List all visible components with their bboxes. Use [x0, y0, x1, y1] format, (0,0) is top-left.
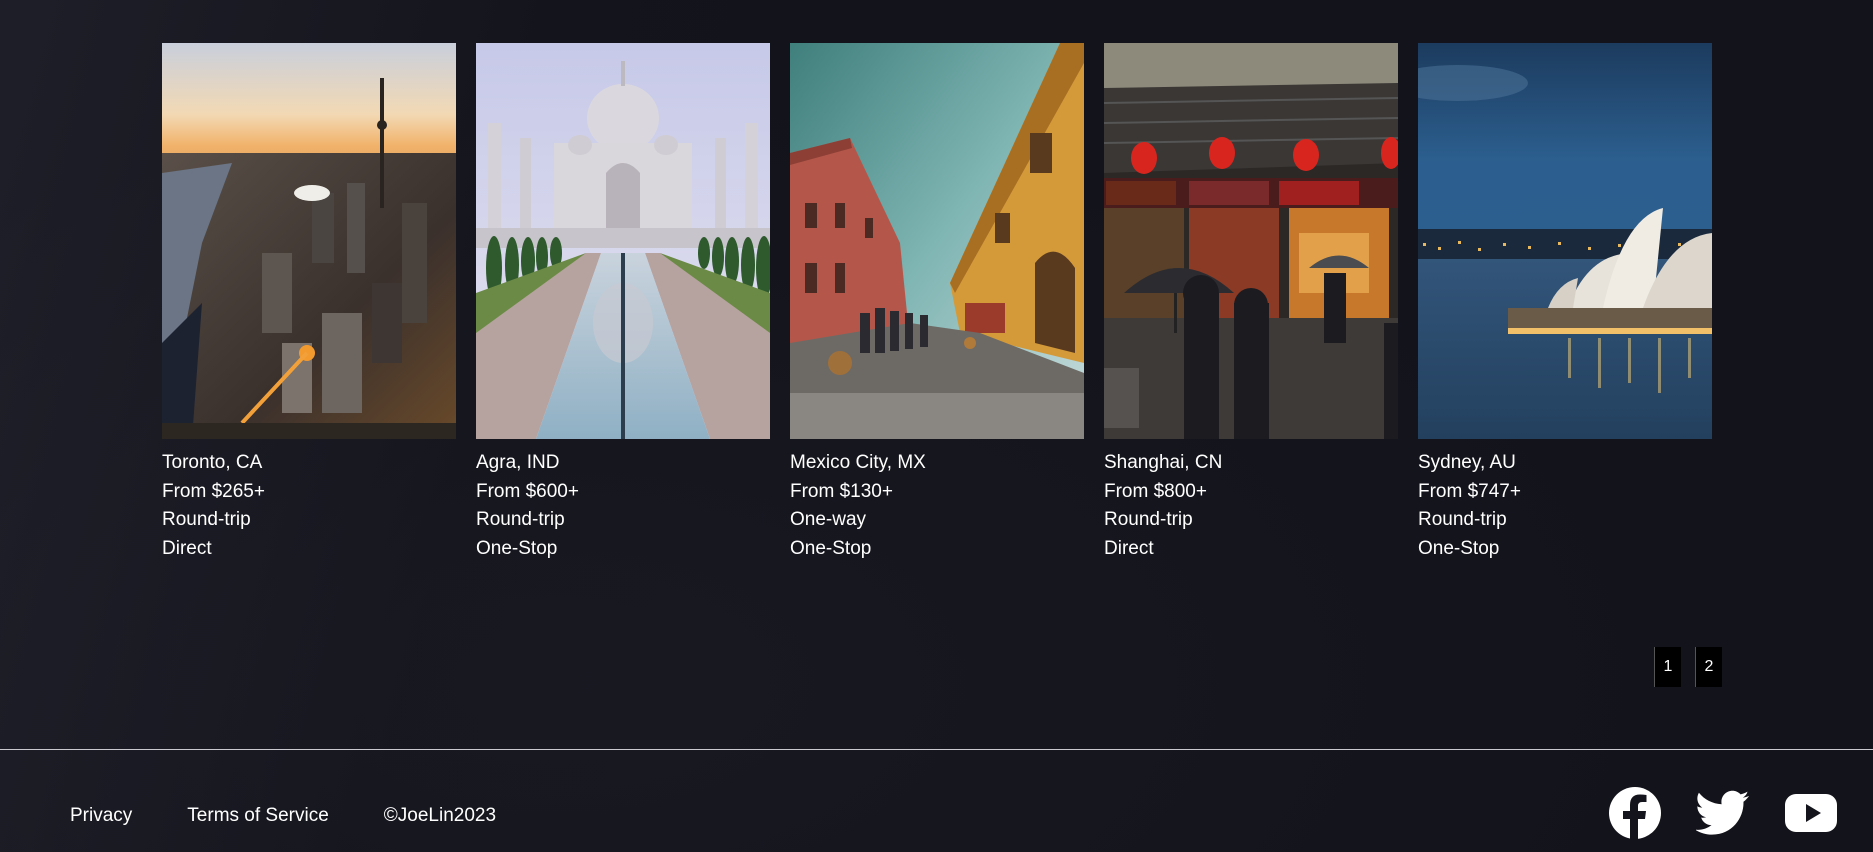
destination-stops: One-Stop — [1418, 537, 1500, 559]
destination-city: Agra, IND — [476, 452, 560, 473]
destination-info: Toronto, CA From $265+ Round-trip Direct — [162, 449, 456, 563]
social-links — [1608, 786, 1838, 840]
destination-trip-type: Round-trip — [1418, 509, 1507, 530]
destination-city: Mexico City, MX — [790, 452, 926, 473]
destination-stops: Direct — [1104, 537, 1154, 559]
destination-info: Mexico City, MX From $130+ One-way One-S… — [790, 449, 1084, 563]
pagination: 1 2 — [1654, 647, 1722, 687]
page-1-button[interactable]: 1 — [1654, 647, 1681, 687]
destination-info: Shanghai, CN From $800+ Round-trip Direc… — [1104, 449, 1398, 563]
footer-divider — [0, 749, 1873, 750]
sydney-opera-house-photo[interactable] — [1418, 43, 1712, 439]
destination-city: Toronto, CA — [162, 452, 263, 473]
terms-of-service-link[interactable]: Terms of Service — [187, 805, 328, 827]
destination-stops: Direct — [162, 537, 212, 559]
destination-city: Shanghai, CN — [1104, 452, 1223, 473]
destination-city: Sydney, AU — [1418, 452, 1516, 473]
destination-trip-type: Round-trip — [162, 509, 251, 530]
privacy-link[interactable]: Privacy — [70, 805, 132, 827]
shanghai-street-photo[interactable] — [1104, 43, 1398, 439]
destination-price: From $747+ — [1418, 480, 1521, 502]
twitter-icon[interactable] — [1696, 790, 1750, 836]
destination-list: Toronto, CA From $265+ Round-trip Direct — [162, 43, 1712, 563]
destination-price: From $130+ — [790, 480, 893, 502]
page-2-button[interactable]: 2 — [1695, 647, 1722, 687]
destination-trip-type: One-way — [790, 509, 867, 530]
destination-price: From $600+ — [476, 480, 579, 502]
destination-card-sydney[interactable]: Sydney, AU From $747+ Round-trip One-Sto… — [1418, 43, 1712, 563]
footer-links: Privacy Terms of Service ©JoeLin2023 — [70, 805, 496, 827]
destination-stops: One-Stop — [790, 537, 872, 559]
destination-price: From $800+ — [1104, 480, 1207, 502]
destination-info: Sydney, AU From $747+ Round-trip One-Sto… — [1418, 449, 1712, 563]
destination-price: From $265+ — [162, 480, 265, 502]
destination-trip-type: Round-trip — [476, 509, 565, 530]
mexico-street-photo[interactable] — [790, 43, 1084, 439]
taj-mahal-photo[interactable] — [476, 43, 770, 439]
destination-card-mexico-city[interactable]: Mexico City, MX From $130+ One-way One-S… — [790, 43, 1084, 563]
destination-info: Agra, IND From $600+ Round-trip One-Stop — [476, 449, 770, 563]
destination-trip-type: Round-trip — [1104, 509, 1193, 530]
copyright-text: ©JoeLin2023 — [383, 805, 497, 826]
youtube-icon[interactable] — [1784, 793, 1838, 833]
destination-card-toronto[interactable]: Toronto, CA From $265+ Round-trip Direct — [162, 43, 456, 563]
destination-stops: One-Stop — [476, 537, 558, 559]
destination-card-shanghai[interactable]: Shanghai, CN From $800+ Round-trip Direc… — [1104, 43, 1398, 563]
destination-card-agra[interactable]: Agra, IND From $600+ Round-trip One-Stop — [476, 43, 770, 563]
toronto-skyline-photo[interactable] — [162, 43, 456, 439]
facebook-icon[interactable] — [1608, 786, 1662, 840]
